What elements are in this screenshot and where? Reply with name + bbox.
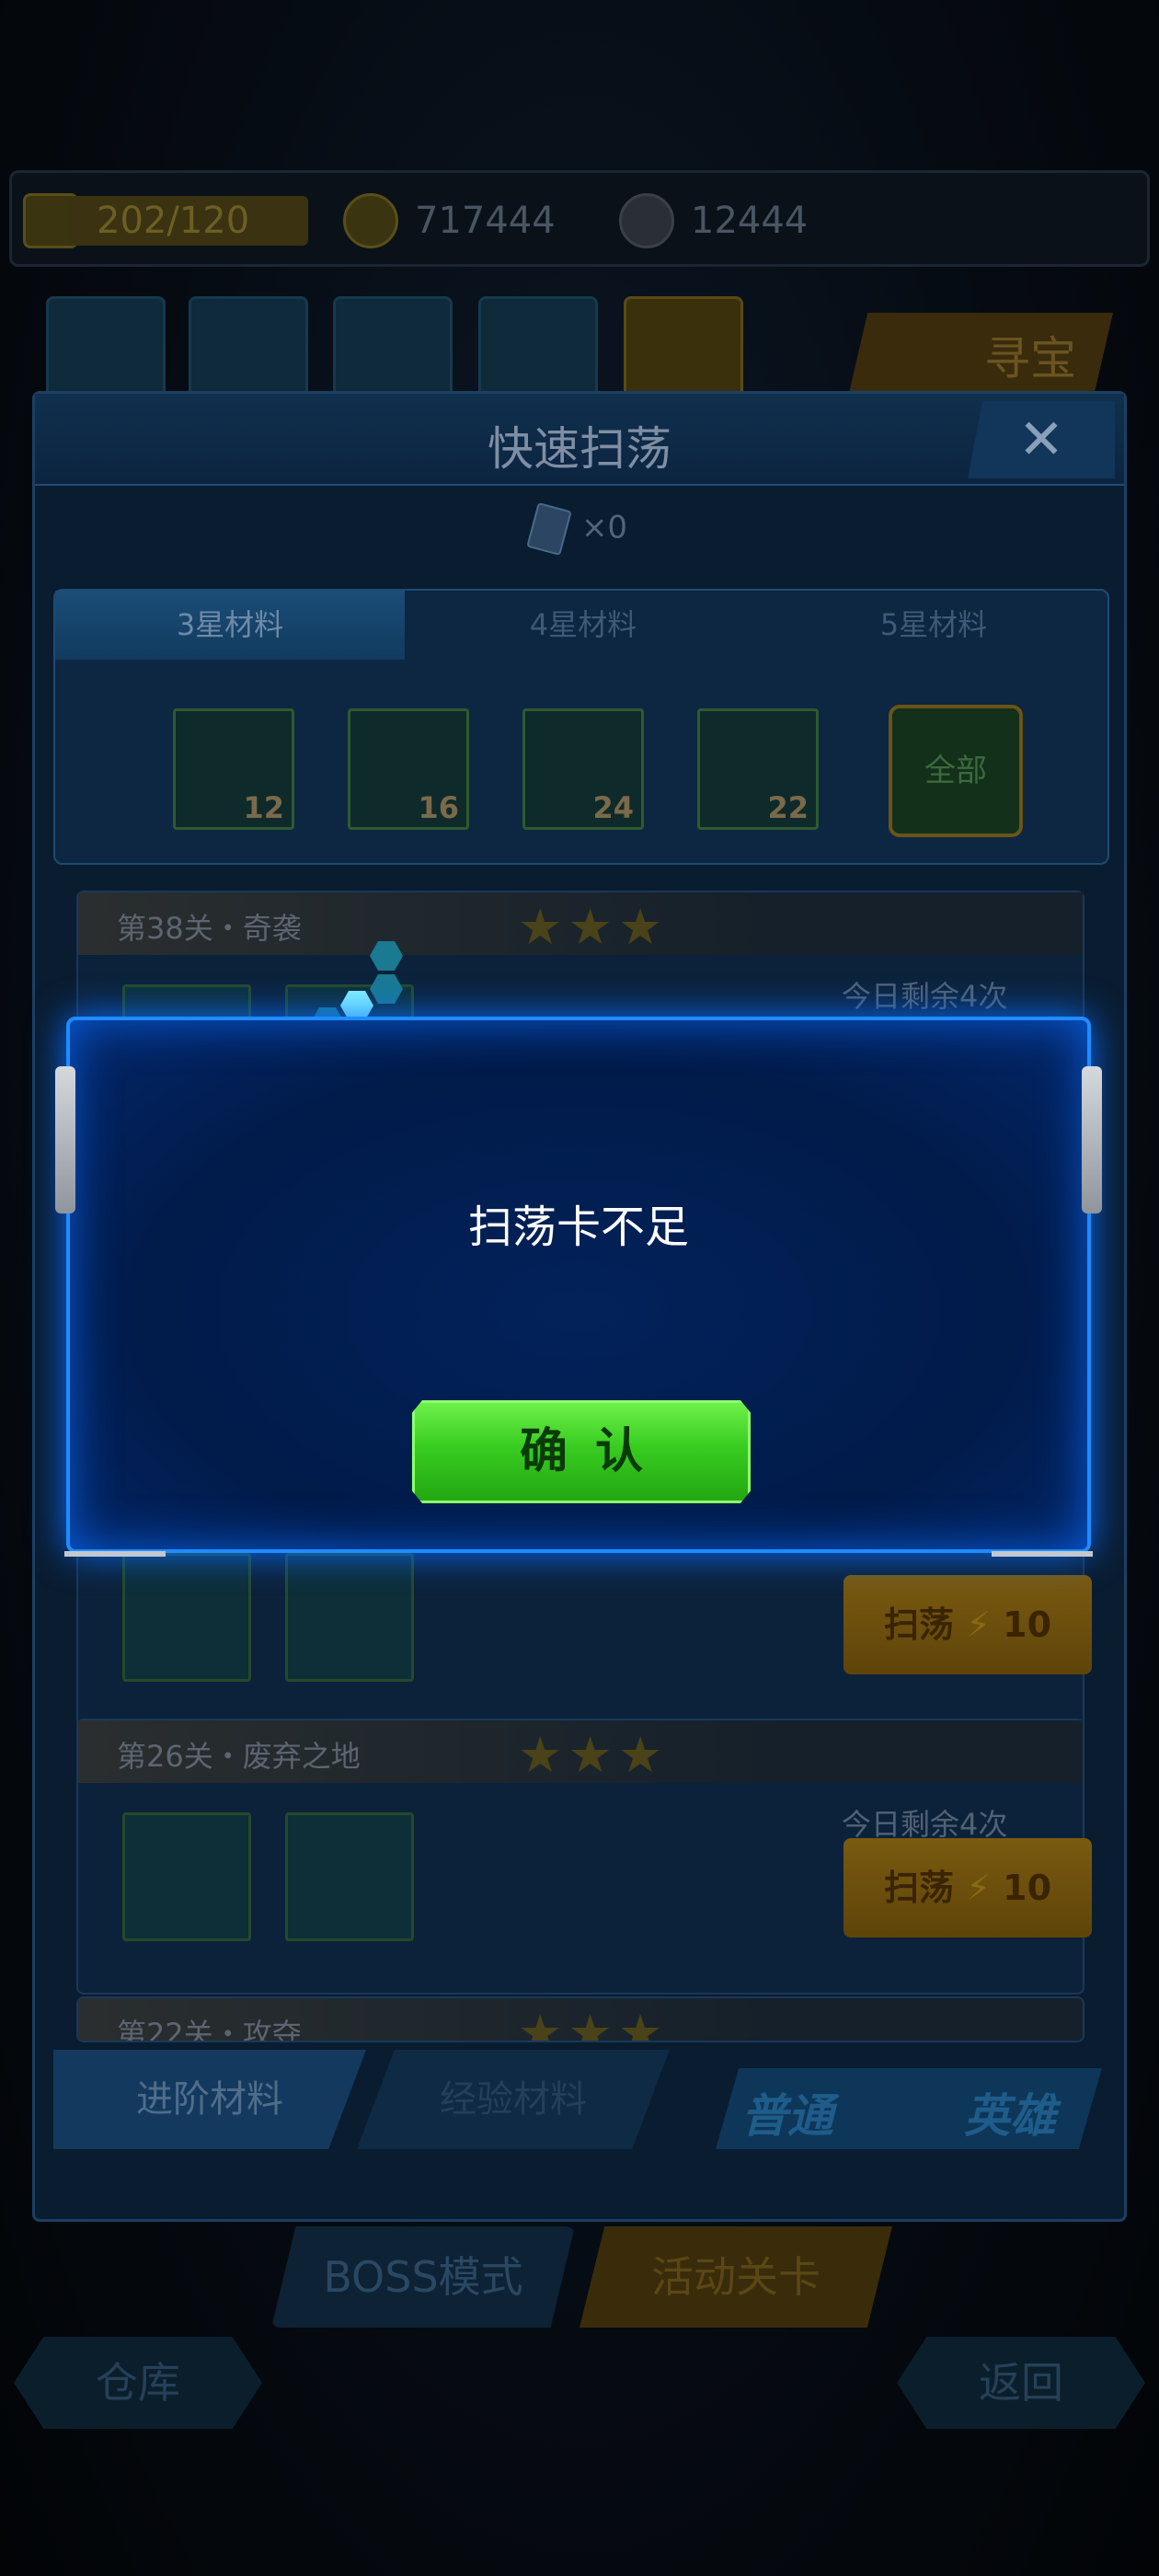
tab-3-star[interactable]: 3星材料 (55, 591, 405, 660)
material-crystal-sheet[interactable]: 24 (522, 708, 644, 830)
stage-name: 第22关・攻夺 (117, 2017, 302, 2042)
confirm-button[interactable]: 确认 (412, 1400, 751, 1503)
gem-icon (619, 193, 674, 248)
tab-advanced-materials[interactable]: 进阶材料 (53, 2050, 366, 2149)
dialog-corner (64, 1520, 166, 1557)
stage-header: 第26关・废弃之地 ★★★ (78, 1720, 1083, 1784)
sweep-label: 扫荡 (883, 1604, 954, 1645)
stage-header: 第38关・奇袭 ★★★ (78, 892, 1083, 956)
back-button[interactable]: 返回 (897, 2337, 1145, 2429)
sweep-button[interactable]: 扫荡 ⚡ 10 (843, 1838, 1092, 1938)
drop-item (285, 1553, 414, 1682)
gem-value: 12444 (691, 200, 809, 242)
panel-header: 快速扫荡 ✕ (35, 394, 1124, 486)
sweep-button[interactable]: 扫荡 ⚡ 10 (843, 1575, 1092, 1674)
material-qty: 24 (592, 790, 634, 825)
material-qty: 16 (418, 790, 459, 825)
difficulty-hero: 英雄 (964, 2089, 1056, 2143)
stage-header: 第22关・攻夺 ★★★ (78, 1998, 1083, 2042)
sweep-cost: 10 (1003, 1868, 1052, 1908)
difficulty-toggle[interactable]: 普通 英雄 (716, 2068, 1102, 2149)
drop-item (122, 1553, 251, 1682)
tab-exp-materials[interactable]: 经验材料 (357, 2050, 670, 2149)
difficulty-normal: 普通 (741, 2089, 833, 2143)
stage-name: 第38关・奇袭 (117, 911, 302, 946)
lightning-icon: ⚡ (966, 1604, 991, 1645)
material-device[interactable]: 16 (348, 708, 469, 830)
panel-title: 快速扫荡 (488, 422, 671, 476)
insufficient-card-dialog: 扫荡卡不足 确认 (55, 1017, 1102, 1557)
dialog-message: 扫荡卡不足 (467, 1202, 689, 1253)
boss-mode-button[interactable]: BOSS模式 (271, 2226, 575, 2328)
stage-stars: ★★★ (518, 2004, 669, 2042)
energy-resource[interactable]: 202/120 (23, 193, 308, 248)
coin-icon (343, 193, 398, 248)
material-type-tabs: 进阶材料 经验材料 普通 英雄 (53, 2050, 1109, 2156)
energy-value: 202/120 (69, 196, 308, 246)
drop-item (285, 1812, 414, 1941)
stage-row: 第26关・废弃之地 ★★★ 今日剩余4次 扫荡 ⚡ 10 (76, 1719, 1092, 1995)
material-qty: 12 (243, 790, 284, 825)
remaining-count: 今日剩余4次 (842, 979, 1008, 1014)
event-stage-button[interactable]: 活动关卡 (580, 2226, 892, 2328)
stage-stars: ★★★ (518, 1726, 669, 1784)
sweep-card-count: ×0 (35, 501, 1124, 557)
sweep-card-icon (526, 501, 572, 557)
stage-stars: ★★★ (518, 898, 669, 956)
lightning-icon: ⚡ (966, 1868, 991, 1908)
material-qty: 22 (767, 790, 809, 825)
close-button[interactable]: ✕ (968, 401, 1115, 478)
resource-bar: 202/120 717444 12444 (9, 170, 1150, 267)
dialog-corner (992, 1520, 1093, 1557)
drop-item (122, 1812, 251, 1941)
sweep-card-count-value: ×0 (580, 509, 628, 546)
material-canister[interactable]: 22 (697, 708, 819, 830)
stage-row: 第22关・攻夺 ★★★ (76, 1996, 1084, 2042)
tab-4-star[interactable]: 4星材料 (408, 591, 758, 660)
tab-5-star[interactable]: 5星材料 (760, 591, 1107, 660)
gold-value: 717444 (415, 200, 556, 242)
material-filter-box: 3星材料 4星材料 5星材料 12 16 24 22 全部 (53, 589, 1109, 865)
sweep-cost: 10 (1003, 1604, 1052, 1645)
material-map-scroll[interactable]: 12 (173, 708, 294, 830)
sweep-label: 扫荡 (883, 1868, 954, 1908)
gem-resource[interactable]: 12444 (619, 193, 808, 248)
stage-name: 第26关・废弃之地 (117, 1739, 361, 1774)
warehouse-button[interactable]: 仓库 (14, 2337, 262, 2429)
gold-resource[interactable]: 717444 (343, 193, 556, 248)
all-materials-button[interactable]: 全部 (889, 705, 1023, 837)
